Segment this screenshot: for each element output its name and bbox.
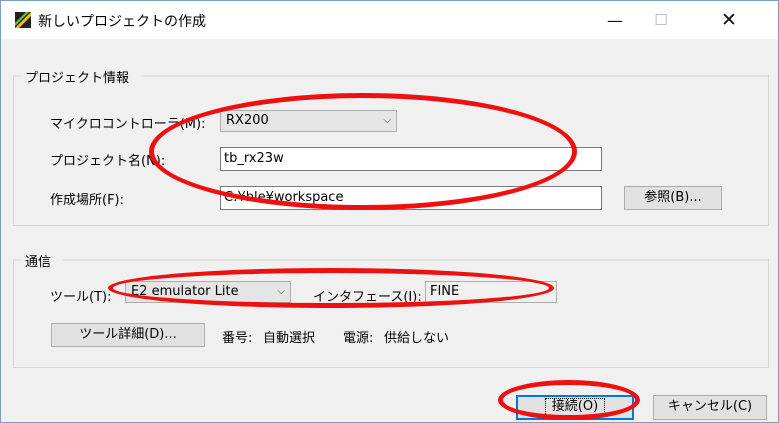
maximize-icon[interactable]: ☐ — [638, 1, 684, 39]
browse-button[interactable]: 参照(B)... — [624, 186, 722, 210]
project-name-label: プロジェクト名(N): — [50, 154, 166, 169]
microcontroller-label: マイクロコントローラ(M): — [50, 117, 206, 132]
project-name-input[interactable]: tb_rx23w — [220, 147, 602, 171]
group-border-top — [13, 259, 769, 261]
location-input[interactable]: C:¥ble¥workspace — [220, 186, 602, 210]
tool-detail-button[interactable]: ツール詳細(D)... — [51, 323, 205, 347]
window-title: 新しいプロジェクトの作成 — [38, 14, 206, 30]
number-value: 自動選択 — [263, 331, 316, 346]
minimize-icon[interactable]: — — [592, 1, 638, 39]
interface-field: FINE — [425, 281, 557, 303]
power-value: 供給しない — [384, 331, 450, 346]
communication-group — [13, 259, 769, 368]
interface-label: インタフェース(I): — [313, 290, 422, 305]
microcontroller-select[interactable]: RX200 ⌵ — [220, 110, 397, 132]
close-icon[interactable]: ✕ — [706, 1, 752, 39]
chevron-down-icon: ⌵ — [383, 115, 391, 126]
microcontroller-value: RX200 — [226, 113, 269, 128]
power-label: 電源: — [343, 331, 374, 346]
tool-select[interactable]: E2 emulator Lite ⌵ — [125, 281, 291, 303]
app-icon — [15, 12, 31, 28]
tool-label: ツール(T): — [50, 290, 112, 305]
connect-button[interactable]: 接続(O) — [516, 395, 634, 420]
chevron-down-icon: ⌵ — [277, 286, 285, 297]
cancel-button[interactable]: キャンセル(C) — [653, 395, 767, 420]
title-bar[interactable]: 新しいプロジェクトの作成 — ☐ ✕ — [1, 1, 778, 39]
connect-button-label: 接続(O) — [544, 398, 606, 416]
communication-title: 通信 — [25, 255, 52, 270]
project-info-title: プロジェクト情報 — [25, 71, 130, 86]
location-label: 作成場所(F): — [50, 193, 125, 208]
number-label: 番号: — [222, 331, 253, 346]
dialog-window: 新しいプロジェクトの作成 — ☐ ✕ プロジェクト情報 マイクロコントローラ(M… — [0, 0, 779, 423]
tool-value: E2 emulator Lite — [131, 284, 239, 299]
